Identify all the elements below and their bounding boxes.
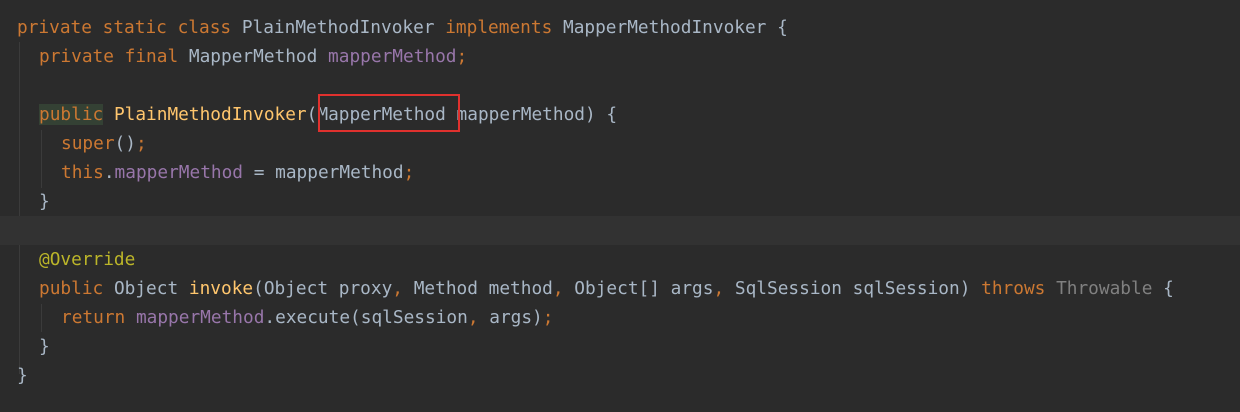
code-line[interactable]: super(); [0,129,1240,158]
paren-open: ( [306,104,318,125]
keyword-super: super [61,133,115,154]
annotation-override: @Override [39,249,136,270]
semicolon: ; [135,133,147,154]
param-name: mapperMethod) [445,104,596,125]
brace-close: } [39,191,50,212]
comma: , [467,307,479,328]
arg-args: args) [478,307,543,328]
keyword-final: final [113,46,179,67]
type-name: MapperMethod [178,46,318,67]
semicolon: ; [456,46,468,67]
keyword-throws: throws [970,278,1046,299]
code-line-current[interactable] [0,216,1240,245]
code-line[interactable]: return mapperMethod.execute(sqlSession, … [0,303,1240,332]
highlight-box [318,94,460,132]
class-name: PlainMethodInvoker [231,17,435,38]
code-line[interactable]: } [0,187,1240,216]
dot: . [103,162,115,183]
brace-open: { [1152,278,1174,299]
field-name: mapperMethod [114,162,244,183]
constructor-name: PlainMethodInvoker [103,104,307,125]
field-name: mapperMethod [125,307,265,328]
brace-open: { [766,17,788,38]
keyword-static: static [91,17,167,38]
keyword-private: private [17,17,92,38]
code-line[interactable]: private final MapperMethod mapperMethod; [0,42,1240,71]
semicolon: ; [542,307,554,328]
interface-name: MapperMethodInvoker [552,17,767,38]
method-call: .execute(sqlSession [264,307,468,328]
return-type: Object [103,278,179,299]
param-method: Method method [403,278,553,299]
keyword-implements: implements [434,17,553,38]
field-name: mapperMethod [317,46,457,67]
comma: , [392,278,403,299]
param-args: Object[] args [563,278,714,299]
code-line[interactable]: private static class PlainMethodInvoker … [0,13,1240,42]
keyword-return: return [61,307,126,328]
keyword-class: class [166,17,232,38]
comma: , [552,278,564,299]
brace-close: } [17,365,28,386]
parens: () [114,133,136,154]
keyword-public: public [39,104,104,125]
assignment: = mapperMethod [243,162,404,183]
code-line[interactable]: public Object invoke(Object proxy, Metho… [0,274,1240,303]
brace-close: } [39,336,50,357]
code-line[interactable]: } [0,361,1240,390]
keyword-public: public [39,278,104,299]
method-name: invoke [178,278,254,299]
code-line[interactable]: } [0,332,1240,361]
code-line[interactable]: @Override [0,245,1240,274]
code-line-blank[interactable] [0,71,1240,100]
brace-open: { [595,104,618,125]
keyword-private: private [39,46,114,67]
keyword-this: this [61,162,104,183]
code-line[interactable]: this.mapperMethod = mapperMethod; [0,158,1240,187]
exception-type: Throwable [1045,278,1153,299]
code-line[interactable]: public PlainMethodInvoker(MapperMethod m… [0,100,1240,129]
param-proxy: (Object proxy [253,278,393,299]
comma: , [713,278,725,299]
code-editor[interactable]: private static class PlainMethodInvoker … [0,0,1240,412]
semicolon: ; [403,162,415,183]
param-sqlsession: SqlSession sqlSession) [724,278,971,299]
